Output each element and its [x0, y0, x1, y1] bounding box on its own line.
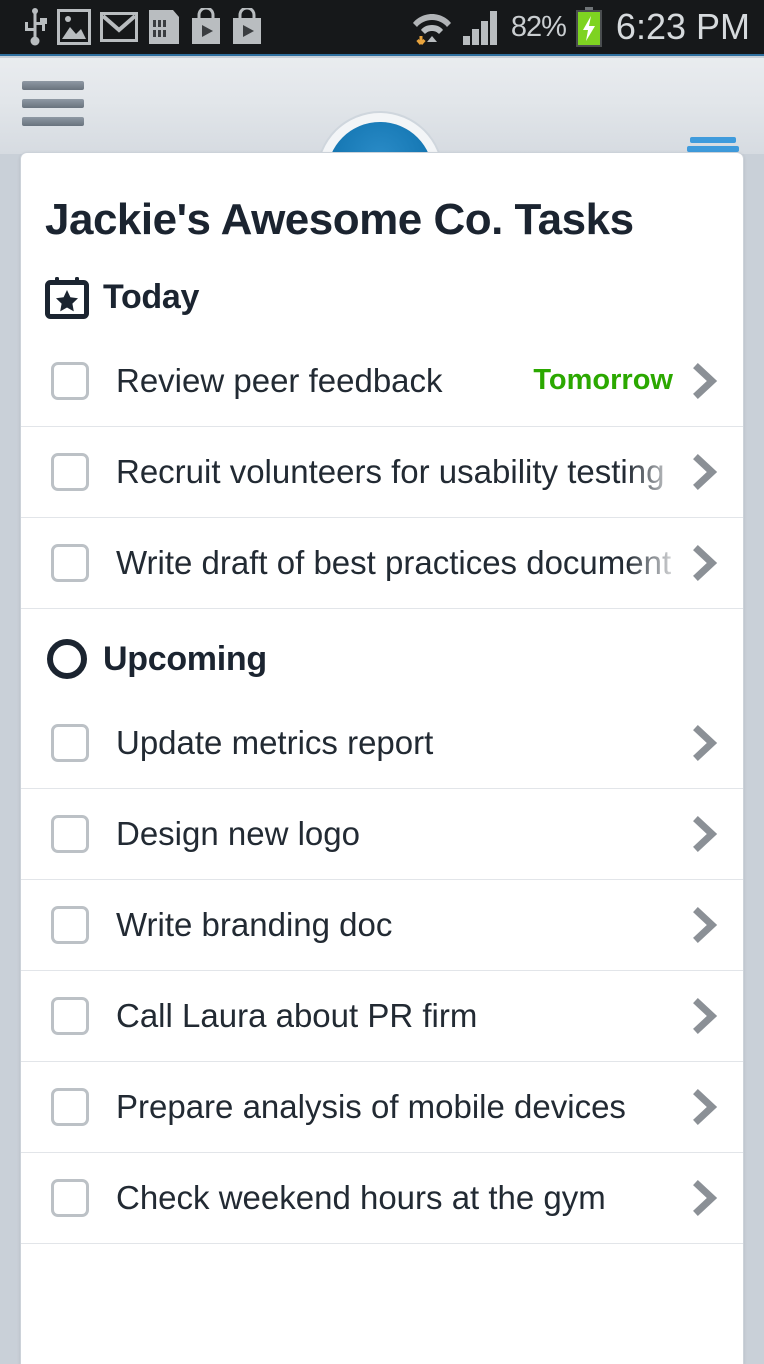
chevron-right-icon[interactable]	[683, 998, 727, 1034]
gmail-icon	[100, 12, 138, 42]
status-bar-system-icons: 82% 6:23 PM	[411, 6, 764, 48]
task-title: Prepare analysis of mobile devices	[116, 1088, 626, 1125]
task-title: Update metrics report	[116, 723, 434, 761]
chevron-right-icon[interactable]	[683, 907, 727, 943]
task-checkbox[interactable]	[51, 1088, 89, 1126]
task-list-card: Jackie's Awesome Co. Tasks Today Review …	[20, 152, 744, 1364]
task-row[interactable]: Call Laura about PR firm	[21, 970, 743, 1061]
wifi-download-icon	[412, 14, 451, 45]
battery-charging-icon	[575, 7, 602, 47]
task-title: Write draft of best practices document	[116, 544, 672, 581]
chevron-right-icon[interactable]	[683, 545, 727, 581]
usb-icon	[25, 8, 47, 46]
task-checkbox[interactable]	[51, 544, 89, 582]
play-store-icon	[233, 8, 261, 44]
status-bar-notification-icons	[0, 8, 263, 46]
task-row[interactable]: Recruit volunteers for usability testing	[21, 426, 743, 517]
task-title: Review peer feedback	[116, 361, 443, 399]
task-row[interactable]: Prepare analysis of mobile devices	[21, 1061, 743, 1152]
task-checkbox[interactable]	[51, 997, 89, 1035]
task-checkbox[interactable]	[51, 723, 89, 762]
section-header-today: Today	[21, 245, 743, 335]
battery-percent-label: 82%	[510, 10, 567, 43]
task-title: Recruit volunteers for usability testing	[116, 453, 665, 490]
sd-card-icon	[149, 10, 179, 44]
chevron-right-icon[interactable]	[683, 816, 727, 852]
task-row[interactable]: Review peer feedback Tomorrow	[21, 335, 743, 426]
task-checkbox[interactable]	[51, 815, 89, 853]
section-label-today: Today	[103, 277, 200, 316]
task-title: Design new logo	[116, 815, 360, 852]
app-action-bar	[0, 58, 764, 228]
section-header-upcoming: Upcoming	[21, 608, 743, 697]
chevron-right-icon[interactable]	[683, 362, 727, 399]
play-store-icon	[192, 8, 220, 44]
chevron-right-icon[interactable]	[683, 724, 727, 761]
task-title: Write branding doc	[116, 906, 393, 943]
chevron-right-icon[interactable]	[683, 1180, 727, 1216]
status-bar-clock: 6:23 PM	[615, 6, 750, 47]
task-row[interactable]: Write branding doc	[21, 879, 743, 970]
gallery-image-icon	[57, 9, 91, 45]
task-checkbox[interactable]	[51, 361, 89, 400]
task-checkbox[interactable]	[51, 1179, 89, 1217]
cellular-signal-icon	[462, 11, 497, 45]
task-row[interactable]: Check weekend hours at the gym	[21, 1152, 743, 1243]
task-title: Call Laura about PR firm	[116, 997, 478, 1034]
chevron-right-icon[interactable]	[683, 454, 727, 490]
task-title: Check weekend hours at the gym	[116, 1179, 606, 1216]
chevron-right-icon[interactable]	[683, 1089, 727, 1125]
circle-outline-icon	[47, 639, 87, 679]
calendar-star-icon	[45, 277, 89, 319]
task-row[interactable]: Write draft of best practices document	[21, 517, 743, 608]
task-due-label: Tomorrow	[533, 364, 673, 396]
section-label-upcoming: Upcoming	[103, 639, 267, 678]
hamburger-menu-icon[interactable]	[22, 76, 84, 130]
task-checkbox[interactable]	[51, 906, 89, 944]
empty-list-row	[21, 1243, 743, 1363]
page-title: Jackie's Awesome Co. Tasks	[45, 195, 634, 244]
task-row[interactable]: Design new logo	[21, 788, 743, 879]
android-status-bar[interactable]: 82% 6:23 PM	[0, 0, 764, 56]
task-row[interactable]: Update metrics report	[21, 697, 743, 788]
task-checkbox[interactable]	[51, 453, 89, 491]
